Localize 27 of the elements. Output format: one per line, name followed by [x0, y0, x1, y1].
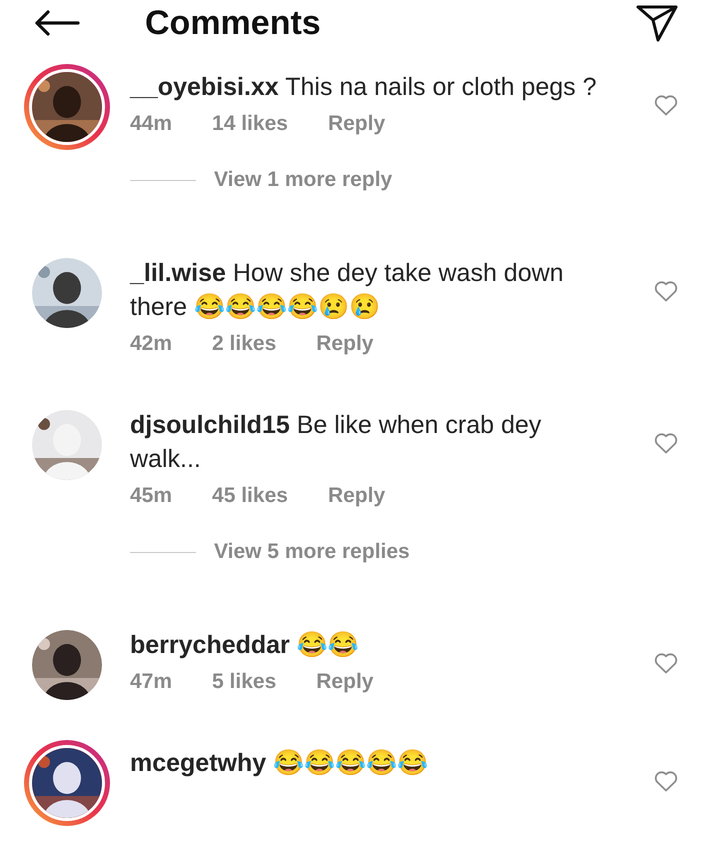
reply-link[interactable]: Reply — [328, 112, 386, 136]
like-count[interactable]: 14 likes — [212, 112, 288, 136]
page-title: Comments — [145, 4, 322, 42]
comment-time: 44m — [130, 112, 172, 136]
heart-icon[interactable] — [654, 652, 678, 674]
comment-text: mcegetwhy 😂😂😂😂😂 — [130, 748, 430, 779]
view-replies-link[interactable]: View 1 more reply — [214, 168, 392, 192]
reply-link[interactable]: Reply — [328, 484, 386, 508]
heart-icon[interactable] — [654, 94, 678, 116]
heart-icon[interactable] — [654, 432, 678, 454]
comment-time: 42m — [130, 332, 172, 356]
comment-time: 47m — [130, 670, 172, 694]
comment-text: berrycheddar 😂😂 — [130, 630, 360, 661]
back-arrow-icon[interactable] — [34, 10, 80, 36]
heart-icon[interactable] — [654, 770, 678, 792]
comment-text: __oyebisi.xx This na nails or cloth pegs ? — [130, 72, 598, 103]
comment-time: 45m — [130, 484, 172, 508]
like-count[interactable]: 5 likes — [212, 670, 276, 694]
view-replies-link[interactable]: View 5 more replies — [214, 540, 410, 564]
reply-link[interactable]: Reply — [316, 332, 374, 356]
heart-icon[interactable] — [654, 280, 678, 302]
comment-text: _lil.wise How she dey take wash down there 😂😂😂😂😢😢 — [130, 258, 565, 323]
like-count[interactable]: 2 likes — [212, 332, 276, 356]
reply-link[interactable]: Reply — [316, 670, 374, 694]
like-count[interactable]: 45 likes — [212, 484, 288, 508]
send-icon[interactable] — [636, 4, 678, 42]
comment-text: djsoulchild15 Be like when crab dey walk... — [130, 410, 542, 475]
